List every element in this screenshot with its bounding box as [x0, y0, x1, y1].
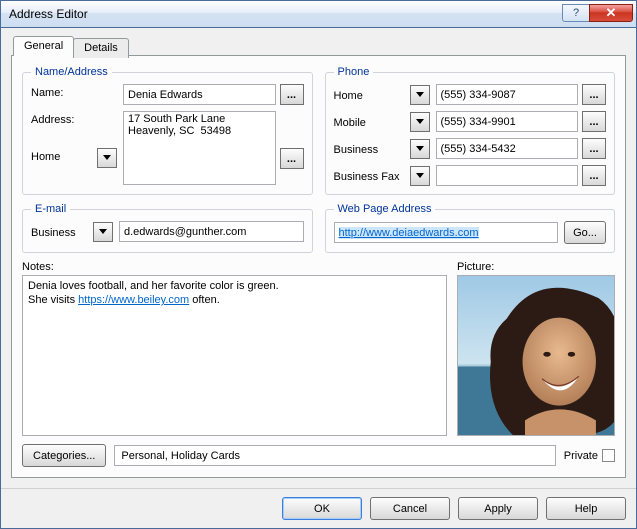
phone-more-button[interactable]: ...	[582, 84, 606, 105]
private-label: Private	[564, 450, 598, 462]
phone-more-button[interactable]: ...	[582, 138, 606, 159]
chevron-down-icon	[99, 229, 107, 235]
name-label: Name:	[31, 84, 93, 99]
address-more-button[interactable]: ...	[280, 148, 304, 169]
phone-input[interactable]	[436, 111, 579, 132]
apply-button[interactable]: Apply	[458, 497, 538, 520]
private-toggle: Private	[564, 449, 615, 462]
phone-input[interactable]	[436, 165, 579, 186]
categories-input[interactable]	[114, 445, 555, 466]
tab-panel-general: Name/Address Name: ... Address: 17 South…	[11, 55, 626, 478]
phone-more-button[interactable]: ...	[582, 111, 606, 132]
group-label-email: E-mail	[31, 203, 70, 215]
address-input[interactable]: 17 South Park Lane Heavenly, SC 53498	[123, 111, 276, 185]
go-button[interactable]: Go...	[564, 221, 606, 244]
titlebar-controls: ? ✕	[563, 4, 633, 24]
titlebar: Address Editor ? ✕	[1, 1, 636, 28]
group-label-name-address: Name/Address	[31, 66, 112, 78]
chevron-down-icon	[103, 155, 111, 161]
ok-button[interactable]: OK	[282, 497, 362, 520]
dialog-buttons: OK Cancel Apply Help	[1, 488, 636, 528]
name-more-button[interactable]: ...	[280, 84, 304, 105]
picture-frame[interactable]	[457, 275, 615, 436]
tab-details[interactable]: Details	[73, 38, 129, 58]
notes-text: Denia loves football, and her favorite c…	[28, 280, 279, 292]
private-checkbox[interactable]	[602, 449, 615, 462]
close-button[interactable]: ✕	[589, 4, 633, 22]
group-name-address: Name/Address Name: ... Address: 17 South…	[22, 66, 313, 195]
phone-row-label: Home	[334, 87, 406, 102]
group-label-phone: Phone	[334, 66, 374, 78]
chevron-down-icon	[416, 92, 424, 98]
notes-link[interactable]: https://www.beiley.com	[78, 294, 189, 306]
email-type-label: Business	[31, 224, 89, 239]
tabstrip: General Details	[11, 36, 626, 56]
group-web: Web Page Address http://www.deiaedwards.…	[325, 203, 616, 253]
web-url-text: http://www.deiaedwards.com	[339, 227, 479, 239]
tab-general[interactable]: General	[13, 36, 74, 56]
phone-more-button[interactable]: ...	[582, 165, 606, 186]
chevron-down-icon	[416, 146, 424, 152]
client-area: General Details Name/Address Name: ... A…	[1, 28, 636, 488]
phone-input[interactable]	[436, 138, 579, 159]
address-type-dropdown[interactable]	[97, 148, 117, 168]
phone-row-label: Mobile	[334, 114, 406, 129]
phone-type-dropdown[interactable]	[410, 139, 430, 159]
help-button[interactable]: ?	[562, 4, 590, 22]
phone-type-dropdown[interactable]	[410, 85, 430, 105]
group-label-web: Web Page Address	[334, 203, 436, 215]
group-phone: Phone Home ... Mobile ... Business ..	[325, 66, 616, 195]
notes-text: often.	[189, 294, 220, 306]
help-button[interactable]: Help	[546, 497, 626, 520]
categories-button[interactable]: Categories...	[22, 444, 106, 467]
picture-section: Picture:	[457, 261, 615, 436]
contact-photo	[458, 276, 614, 435]
address-type-label: Home	[31, 148, 93, 163]
email-input[interactable]	[119, 221, 304, 242]
notes-label: Notes:	[22, 261, 447, 273]
address-label: Address:	[31, 111, 93, 126]
cancel-button[interactable]: Cancel	[370, 497, 450, 520]
phone-type-dropdown[interactable]	[410, 112, 430, 132]
phone-row-label: Business Fax	[334, 168, 406, 183]
email-type-dropdown[interactable]	[93, 222, 113, 242]
window-title: Address Editor	[9, 7, 563, 21]
phone-row-label: Business	[334, 141, 406, 156]
chevron-down-icon	[416, 119, 424, 125]
chevron-down-icon	[416, 173, 424, 179]
phone-type-dropdown[interactable]	[410, 166, 430, 186]
address-editor-window: Address Editor ? ✕ General Details Name/…	[0, 0, 637, 529]
picture-label: Picture:	[457, 261, 615, 273]
notes-input[interactable]: Denia loves football, and her favorite c…	[22, 275, 447, 436]
notes-text: She visits	[28, 294, 78, 306]
phone-input[interactable]	[436, 84, 579, 105]
notes-section: Notes: Denia loves football, and her fav…	[22, 261, 447, 436]
web-url-input[interactable]: http://www.deiaedwards.com	[334, 222, 559, 243]
name-input[interactable]	[123, 84, 276, 105]
group-email: E-mail Business	[22, 203, 313, 253]
